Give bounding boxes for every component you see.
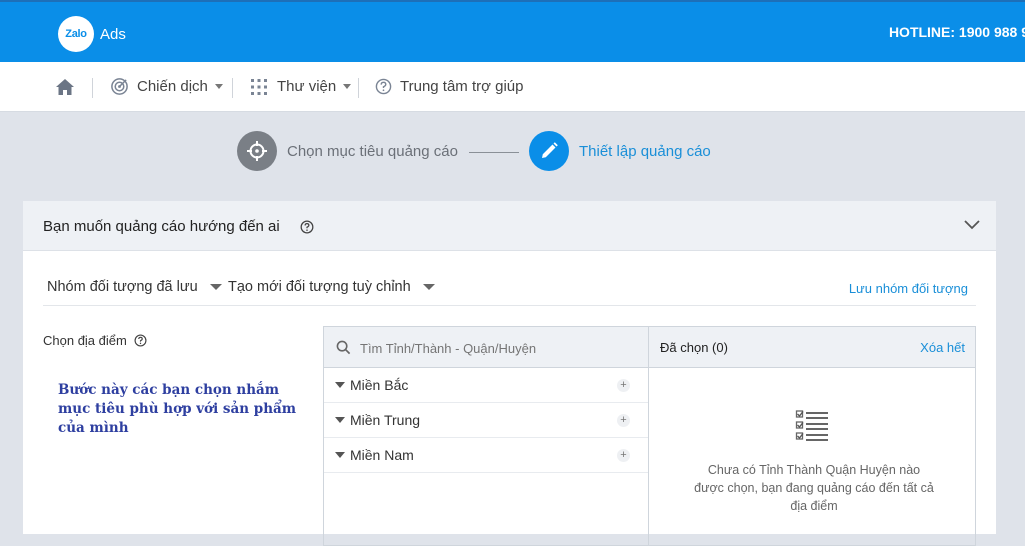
saved-groups-dropdown[interactable]: Nhóm đối tượng đã lưu <box>47 279 222 295</box>
pencil-icon <box>542 142 558 158</box>
location-search-input[interactable] <box>358 336 632 360</box>
selected-pane-header: Đã chọn (0) Xóa hết <box>649 327 975 368</box>
help-circle-icon[interactable] <box>300 220 314 234</box>
nav-divider <box>232 78 233 98</box>
main-nav: Chiến dịch Thư viện Trung tâm trợ giúp <box>0 62 1025 112</box>
home-icon <box>56 78 74 95</box>
caret-down-icon <box>209 284 222 290</box>
nav-item-library[interactable]: Thư viện <box>250 62 352 111</box>
caret-down-icon <box>335 417 345 423</box>
zalo-logo-badge: Zalo <box>58 16 94 52</box>
help-circle-icon <box>375 78 392 95</box>
caret-down-icon <box>335 452 345 458</box>
nav-item-help-center[interactable]: Trung tâm trợ giúp <box>375 62 524 111</box>
nav-divider <box>358 78 359 98</box>
add-icon[interactable]: + <box>617 413 630 427</box>
location-label-row: Chọn địa điểm <box>43 333 147 348</box>
grid-icon <box>251 78 267 95</box>
location-selector: Miền Bắc + Miền Trung + Miền Nam + Đã ch… <box>323 326 976 546</box>
chevron-down-icon <box>214 84 223 89</box>
step-1-label: Chọn mục tiêu quảng cáo <box>287 143 458 160</box>
selected-count: Đã chọn (0) <box>660 340 728 355</box>
clear-all-link[interactable]: Xóa hết <box>920 340 965 355</box>
step-2-circle[interactable] <box>529 131 569 171</box>
help-circle-icon[interactable] <box>134 334 147 347</box>
create-custom-dropdown[interactable]: Tạo mới đối tượng tuỳ chỉnh <box>228 279 435 295</box>
nav-label-library: Thư viện <box>277 78 337 95</box>
product-name: Ads <box>100 25 126 43</box>
region-row[interactable]: Miền Nam + <box>324 438 648 473</box>
target-icon <box>111 78 128 95</box>
region-row[interactable]: Miền Trung + <box>324 403 648 438</box>
home-button[interactable] <box>55 62 75 111</box>
region-row[interactable]: Miền Bắc + <box>324 368 648 403</box>
top-header: Zalo Ads HOTLINE: 1900 988 9 <box>0 0 1025 62</box>
divider <box>43 305 976 306</box>
location-list-pane: Miền Bắc + Miền Trung + Miền Nam + <box>324 327 649 545</box>
search-icon <box>336 340 351 355</box>
step-1-circle[interactable] <box>237 131 277 171</box>
create-custom-label: Tạo mới đối tượng tuỳ chỉnh <box>228 279 411 295</box>
nav-item-campaigns[interactable]: Chiến dịch <box>110 62 223 111</box>
hotline-text: HOTLINE: 1900 988 9 <box>888 24 1025 40</box>
location-search-bar[interactable] <box>324 327 648 368</box>
saved-groups-label: Nhóm đối tượng đã lưu <box>47 279 198 295</box>
stepper-connector <box>469 152 519 153</box>
add-icon[interactable]: + <box>617 448 630 462</box>
audience-panel-header[interactable]: Bạn muốn quảng cáo hướng đến ai <box>23 201 996 251</box>
panel-title: Bạn muốn quảng cáo hướng đến ai <box>43 218 280 235</box>
region-label: Miền Nam <box>350 447 414 463</box>
save-group-link[interactable]: Lưu nhóm đối tượng <box>849 281 968 296</box>
checklist-icon <box>795 410 828 441</box>
nav-label-help-center: Trung tâm trợ giúp <box>400 78 524 95</box>
location-label: Chọn địa điểm <box>43 333 127 348</box>
nav-divider <box>92 78 93 98</box>
region-label: Miền Bắc <box>350 377 409 393</box>
region-label: Miền Trung <box>350 412 421 428</box>
crosshair-icon <box>247 141 267 161</box>
add-icon[interactable]: + <box>617 378 630 392</box>
caret-down-icon <box>335 382 345 388</box>
step-2-label: Thiết lập quảng cáo <box>579 143 711 160</box>
empty-selection-message: Chưa có Tỉnh Thành Quận Huyện nào được c… <box>694 463 934 513</box>
nav-label-campaigns: Chiến dịch <box>137 78 208 95</box>
annotation-text: Bước này các bạn chọn nhắm mục tiêu phù … <box>58 382 297 436</box>
chevron-down-icon[interactable] <box>964 220 980 230</box>
chevron-down-icon <box>343 84 352 89</box>
caret-down-icon <box>422 284 435 290</box>
zalo-ads-logo[interactable]: Zalo Ads <box>58 16 126 52</box>
